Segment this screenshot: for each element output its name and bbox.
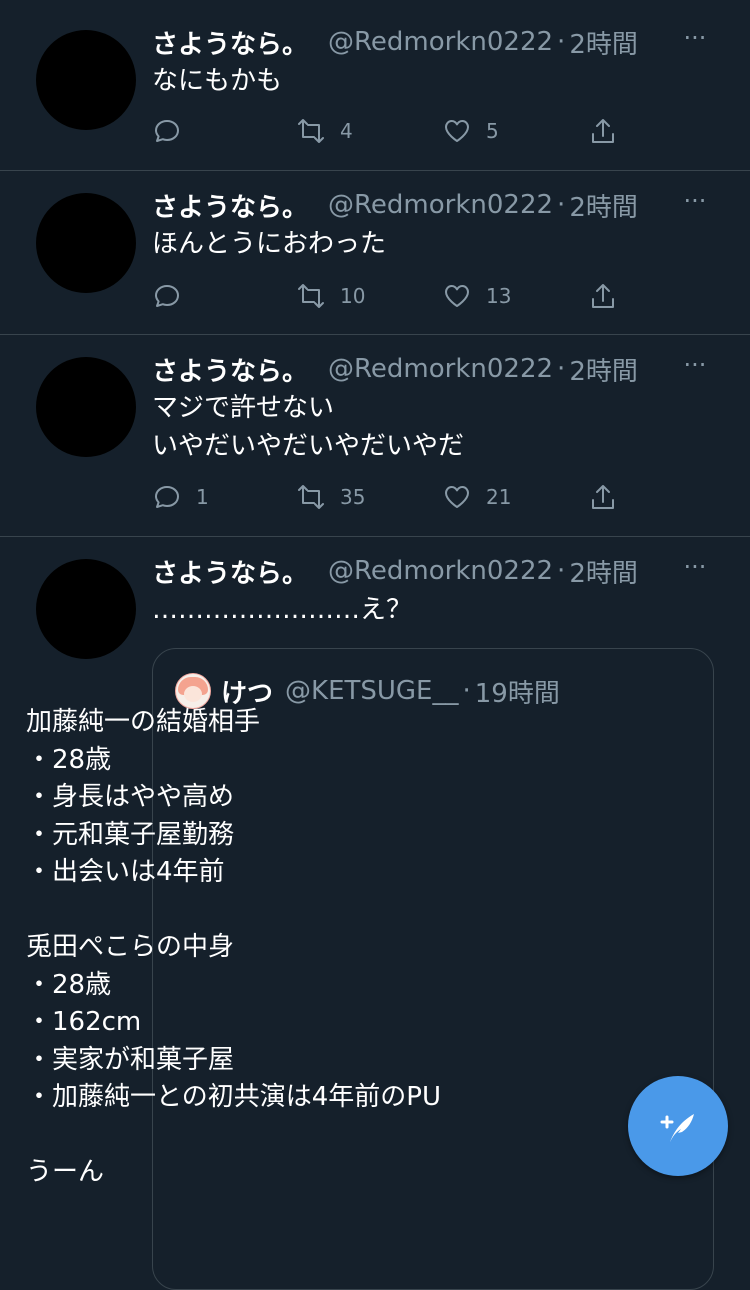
timestamp[interactable]: 2時間 (569, 351, 638, 387)
like-count: 5 (486, 119, 499, 143)
user-handle[interactable]: @Redmorkn0222 (328, 556, 553, 586)
avatar[interactable] (36, 30, 136, 130)
display-name[interactable]: さようなら。 (152, 553, 308, 589)
user-handle[interactable]: @Redmorkn0222 (328, 190, 553, 220)
separator-dot: · (557, 27, 566, 57)
share-icon (592, 119, 614, 143)
display-name[interactable]: さようなら。 (152, 187, 308, 223)
display-name[interactable]: さようなら。 (152, 351, 308, 387)
timestamp[interactable]: 2時間 (569, 553, 638, 589)
tweet[interactable]: さようなら。 @Redmorkn0222 · 2時間 ··· ほんとうにおわった… (0, 171, 750, 335)
display-name[interactable]: さようなら。 (152, 24, 308, 60)
tweet[interactable]: さようなら。 @Redmorkn0222 · 2時間 ··· マジで許せない い… (0, 335, 750, 537)
tweet-actions: 10 13 (152, 279, 710, 313)
like-button[interactable]: 21 (442, 480, 511, 514)
separator-dot: · (557, 556, 566, 586)
reply-icon (155, 486, 179, 508)
tweet-text: ほんとうにおわった (152, 229, 387, 259)
share-button[interactable] (588, 480, 618, 514)
tweet-actions: 1 35 21 (152, 480, 710, 514)
share-button[interactable] (588, 114, 618, 148)
share-icon (592, 284, 614, 308)
retweet-icon (298, 284, 324, 308)
tweet-header: さようなら。 @Redmorkn0222 · 2時間 (152, 351, 710, 387)
tweet-header: さようなら。 @Redmorkn0222 · 2時間 (152, 24, 710, 60)
retweet-count: 10 (340, 284, 366, 308)
share-button[interactable] (588, 279, 618, 313)
tweet-header: さようなら。 @Redmorkn0222 · 2時間 (152, 553, 710, 589)
quoted-tweet-text: 加藤純一の結婚相手 ・28歳 ・身長はやや高め ・元和菓子屋勤務 ・出会いは4年… (26, 707, 441, 1187)
compose-icon (660, 1114, 694, 1142)
like-button[interactable]: 13 (442, 279, 511, 313)
reply-icon (155, 120, 179, 142)
avatar-face (184, 686, 202, 702)
retweet-button[interactable]: 10 (296, 279, 365, 313)
reply-button[interactable]: 1 (152, 480, 209, 514)
retweet-icon (298, 485, 324, 509)
reply-button[interactable] (152, 279, 196, 313)
avatar[interactable] (36, 559, 136, 659)
more-icon[interactable]: ··· (680, 351, 710, 387)
tweet-text: なにもかも (152, 66, 283, 96)
retweet-count: 4 (340, 119, 353, 143)
separator-dot: · (557, 190, 566, 220)
like-button[interactable]: 5 (442, 114, 499, 148)
tweet-text: マジで許せない いやだいやだいやだいやだ (152, 393, 465, 461)
heart-icon (445, 285, 469, 307)
retweet-button[interactable]: 35 (296, 480, 365, 514)
like-count: 13 (486, 284, 512, 308)
like-count: 21 (486, 485, 512, 509)
user-handle[interactable]: @Redmorkn0222 (328, 354, 553, 384)
avatar[interactable] (36, 193, 136, 293)
reply-icon (155, 285, 179, 307)
timestamp[interactable]: 2時間 (569, 187, 638, 223)
retweet-count: 35 (340, 485, 366, 509)
tweet-text: ……………………え？ (152, 595, 413, 625)
heart-icon (445, 120, 469, 142)
more-icon[interactable]: ··· (680, 187, 710, 223)
tweet-actions: 4 5 (152, 114, 710, 148)
separator-dot: · (462, 676, 471, 706)
more-icon[interactable]: ··· (680, 553, 710, 589)
more-icon[interactable]: ··· (680, 24, 710, 60)
timestamp[interactable]: 2時間 (569, 24, 638, 60)
share-icon (592, 485, 614, 509)
retweet-icon (298, 119, 324, 143)
retweet-button[interactable]: 4 (296, 114, 353, 148)
reply-button[interactable] (152, 114, 196, 148)
separator-dot: · (557, 354, 566, 384)
avatar[interactable] (36, 357, 136, 457)
compose-tweet-button[interactable] (628, 1076, 728, 1176)
user-handle[interactable]: @Redmorkn0222 (328, 27, 553, 57)
quoted-user-handle: @KETSUGE__ (285, 676, 459, 706)
heart-icon (445, 486, 469, 508)
reply-count: 1 (196, 485, 209, 509)
tweet[interactable]: さようなら。 @Redmorkn0222 · 2時間 ··· なにもかも 4 5 (0, 0, 750, 171)
tweet-header: さようなら。 @Redmorkn0222 · 2時間 (152, 187, 710, 223)
